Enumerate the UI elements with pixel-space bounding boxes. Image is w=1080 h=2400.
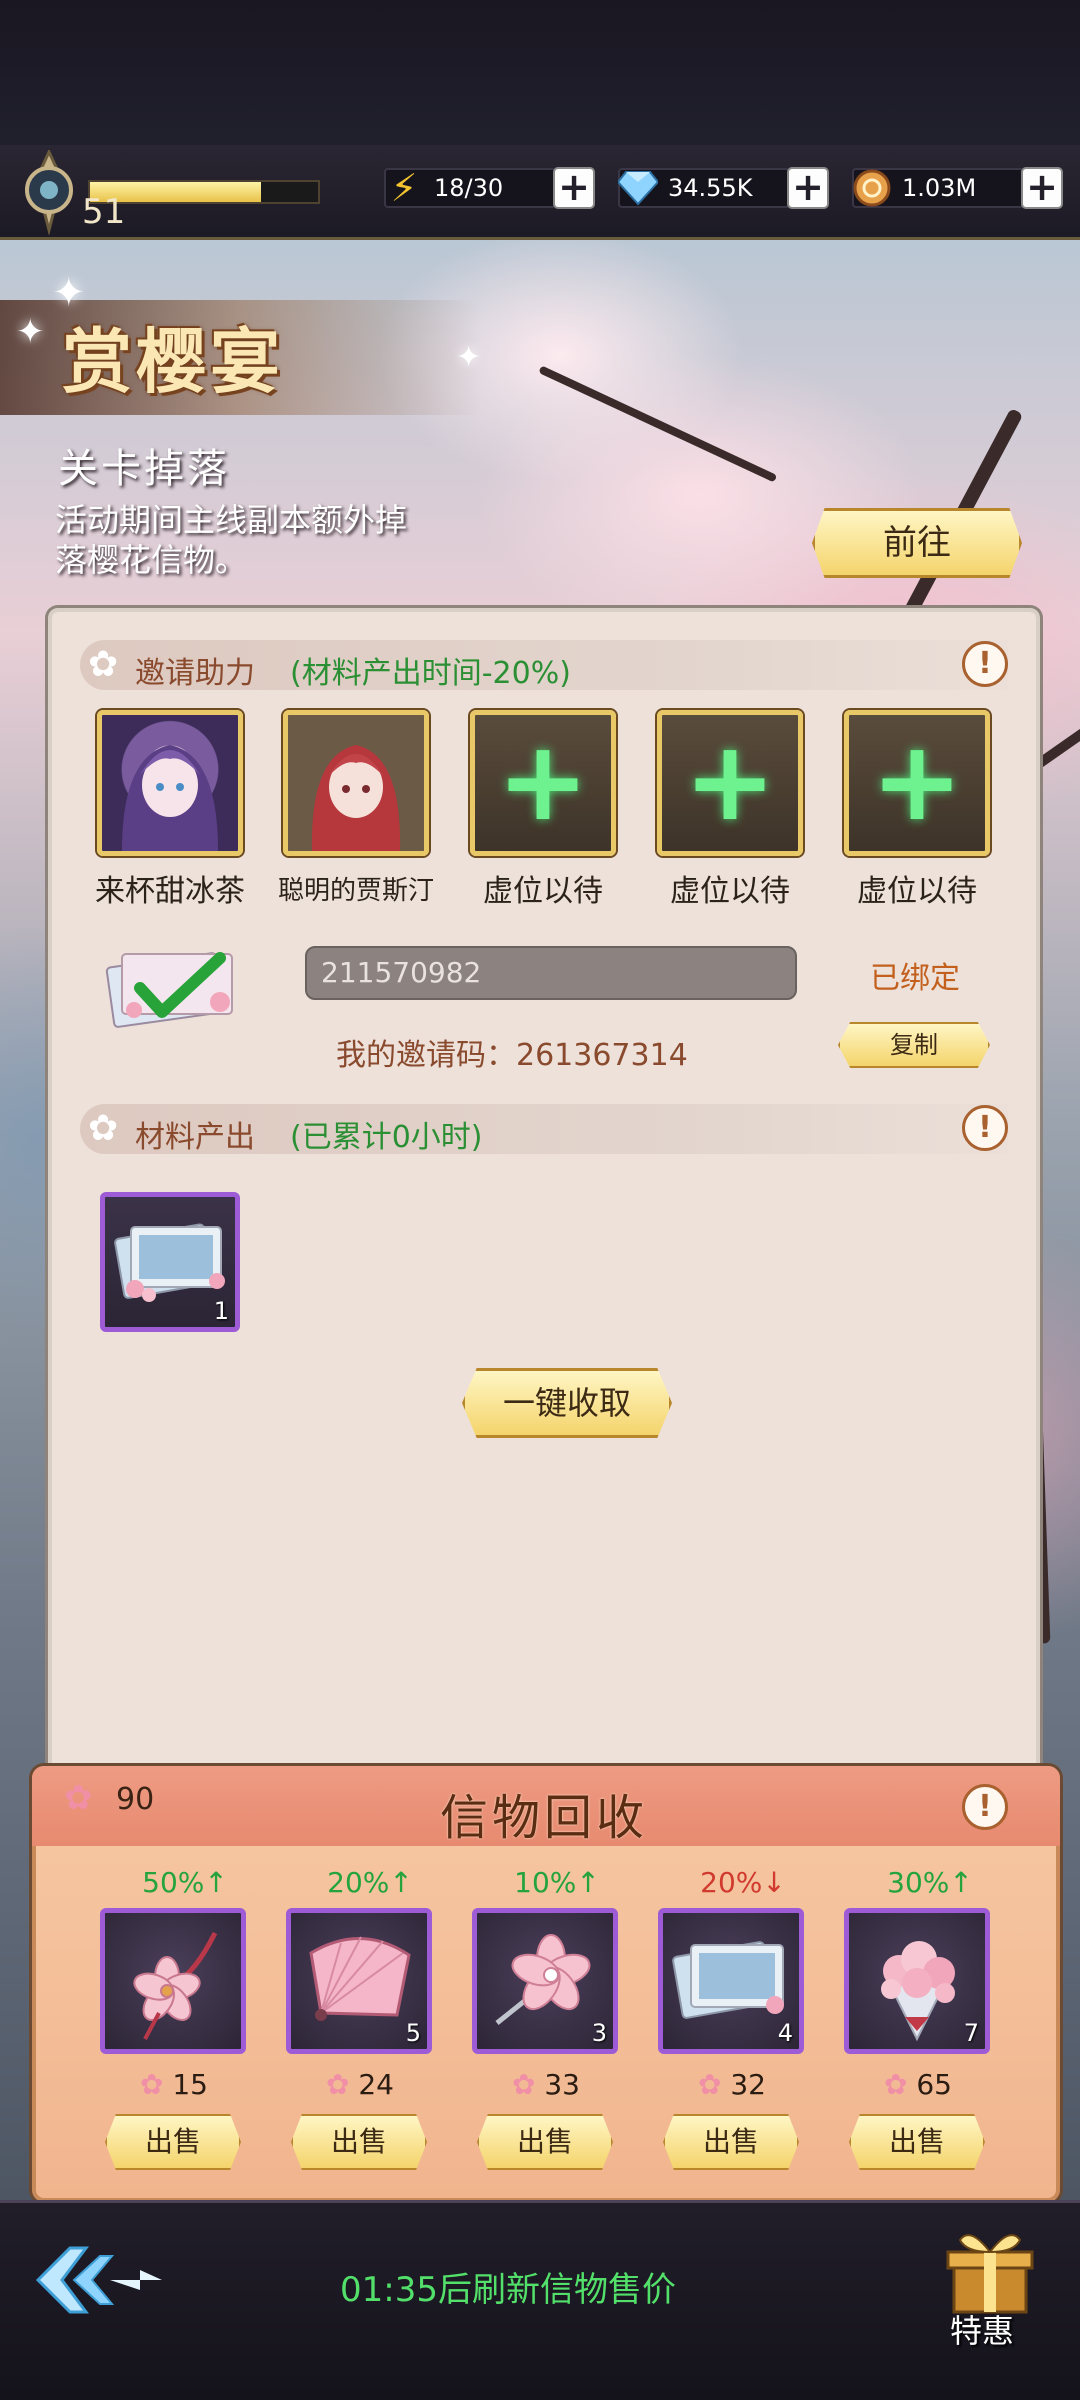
back-arrow-icon[interactable] [30, 2240, 170, 2320]
invite-bonus-note: (材料产出时间-20%) [290, 656, 571, 691]
sakura-petal-icon: ✿ [883, 2068, 908, 2101]
sakura-petal-icon: ✿ [511, 2068, 536, 2101]
level-emblem-icon [25, 150, 73, 235]
recycle-item-4[interactable]: 4 [658, 1908, 804, 2054]
sell-button[interactable]: 出售 [663, 2114, 799, 2170]
add-coin-button[interactable]: + [1021, 167, 1063, 209]
price-change: 50%↑ [142, 1866, 228, 1899]
info-icon[interactable]: ! [962, 641, 1008, 687]
friend-avatar [288, 715, 424, 851]
slot-name: 聪明的贾斯汀 [277, 876, 434, 906]
recycle-item-5[interactable]: 7 [844, 1908, 990, 2054]
gift-box-icon[interactable] [940, 2226, 1040, 2316]
coin-value: 1.03M [902, 174, 977, 202]
bound-ticket-icon [105, 952, 233, 1028]
sparkle-icon: ✦ [456, 340, 482, 375]
add-friend-icon: + [683, 717, 777, 845]
energy-counter: ⚡ 18/30 [384, 168, 556, 208]
slot-name: 虚位以待 [857, 874, 977, 909]
item-price: ✿ 32 [662, 2068, 802, 2101]
item-price: ✿ 33 [476, 2068, 616, 2101]
add-friend-icon: + [870, 717, 964, 845]
friend-avatar [122, 745, 218, 851]
item-count: 1 [213, 1297, 229, 1325]
stage-drop-title: 关卡掉落 [58, 446, 230, 492]
invite-section-header: ✿ 邀请助力 (材料产出时间-20%) [80, 640, 1008, 691]
collect-all-button[interactable]: 一键收取 [462, 1368, 672, 1438]
stage-drop-description: 活动期间主线副本额外掉落樱花信物。 [55, 501, 408, 579]
slot-name: 来杯甜冰茶 [95, 874, 245, 909]
invite-slot-3[interactable]: + [470, 710, 616, 856]
lightning-icon: ⚡ [390, 166, 418, 210]
sell-button[interactable]: 出售 [849, 2114, 985, 2170]
sakura-petal-icon: ✿ [697, 2068, 722, 2101]
slot-name: 虚位以待 [483, 874, 603, 909]
recycle-title: 信物回收 [440, 1790, 649, 1846]
item-price: ✿ 65 [848, 2068, 988, 2101]
screen: 51 ⚡ 18/30 + 34.55K + 1.03M + ✦ ✦ ✦ 赏樱宴 … [0, 0, 1080, 2400]
sparkle-icon: ✦ [16, 312, 45, 352]
item-price-value: 15 [172, 2068, 208, 2101]
materials-header-label: 材料产出 [135, 1120, 255, 1155]
sakura-petal-icon: ✿ [325, 2068, 350, 2101]
sakura-petal-icon: ✿ [64, 1778, 93, 1818]
invite-slot-2[interactable] [283, 710, 429, 856]
energy-value: 18/30 [434, 174, 504, 202]
slot-name: 虚位以待 [670, 874, 790, 909]
tree-branch [538, 365, 778, 483]
recycle-item-1[interactable] [100, 1908, 246, 2054]
material-item[interactable]: 1 [100, 1192, 240, 1332]
add-diamond-button[interactable]: + [787, 167, 829, 209]
event-title: 赏樱宴 [62, 320, 284, 403]
sell-button[interactable]: 出售 [105, 2114, 241, 2170]
add-friend-icon: + [496, 717, 590, 845]
copy-button[interactable]: 复制 [838, 1022, 990, 1068]
diamond-counter: 34.55K [618, 168, 790, 208]
item-count: 7 [963, 2019, 979, 2047]
price-change: 20%↓ [700, 1866, 786, 1899]
special-offer-label[interactable]: 特惠 [950, 2306, 1014, 2352]
my-invite-code: 我的邀请码：261367314 [336, 1038, 688, 1073]
item-price: ✿ 15 [104, 2068, 244, 2101]
price-refresh-timer: 01:35后刷新信物售价 [340, 2270, 676, 2310]
coin-icon [848, 162, 896, 214]
materials-accumulated-note: (已累计0小时) [290, 1120, 483, 1155]
price-change: 30%↑ [887, 1866, 973, 1899]
recycle-item-3[interactable]: 3 [472, 1908, 618, 2054]
bound-status: 已绑定 [870, 961, 960, 996]
invite-slot-1[interactable] [97, 710, 243, 856]
flower-icon: ✿ [88, 644, 119, 685]
item-price-value: 32 [730, 2068, 766, 2101]
diamond-icon [614, 162, 662, 214]
item-price-value: 24 [358, 2068, 394, 2101]
sakura-charm-icon [133, 1931, 218, 2040]
item-price-value: 33 [544, 2068, 580, 2101]
invite-slot-5[interactable]: + [844, 710, 990, 856]
item-count: 5 [405, 2019, 421, 2047]
item-price: ✿ 24 [290, 2068, 430, 2101]
info-icon[interactable]: ! [962, 1105, 1008, 1151]
item-count: 3 [591, 2019, 607, 2047]
info-icon[interactable]: ! [962, 1784, 1008, 1830]
price-change: 20%↑ [327, 1866, 413, 1899]
sell-button[interactable]: 出售 [477, 2114, 613, 2170]
diamond-value: 34.55K [668, 174, 753, 202]
invite-slot-4[interactable]: + [657, 710, 803, 856]
invite-code-input[interactable]: 211570982 [305, 946, 797, 1000]
invite-header-label: 邀请助力 [135, 656, 255, 691]
coin-counter: 1.03M [852, 168, 1024, 208]
item-price-value: 65 [916, 2068, 952, 2101]
item-count: 4 [777, 2019, 793, 2047]
player-level: 51 [82, 192, 126, 232]
petal-balance: 90 [116, 1782, 155, 1817]
sell-button[interactable]: 出售 [291, 2114, 427, 2170]
go-button[interactable]: 前往 [812, 508, 1022, 578]
add-energy-button[interactable]: + [553, 167, 595, 209]
flower-icon: ✿ [88, 1108, 119, 1149]
price-change: 10%↑ [514, 1866, 600, 1899]
materials-section-header: ✿ 材料产出 (已累计0小时) [80, 1104, 1008, 1155]
sakura-petal-icon: ✿ [139, 2068, 164, 2101]
recycle-item-2[interactable]: 5 [286, 1908, 432, 2054]
